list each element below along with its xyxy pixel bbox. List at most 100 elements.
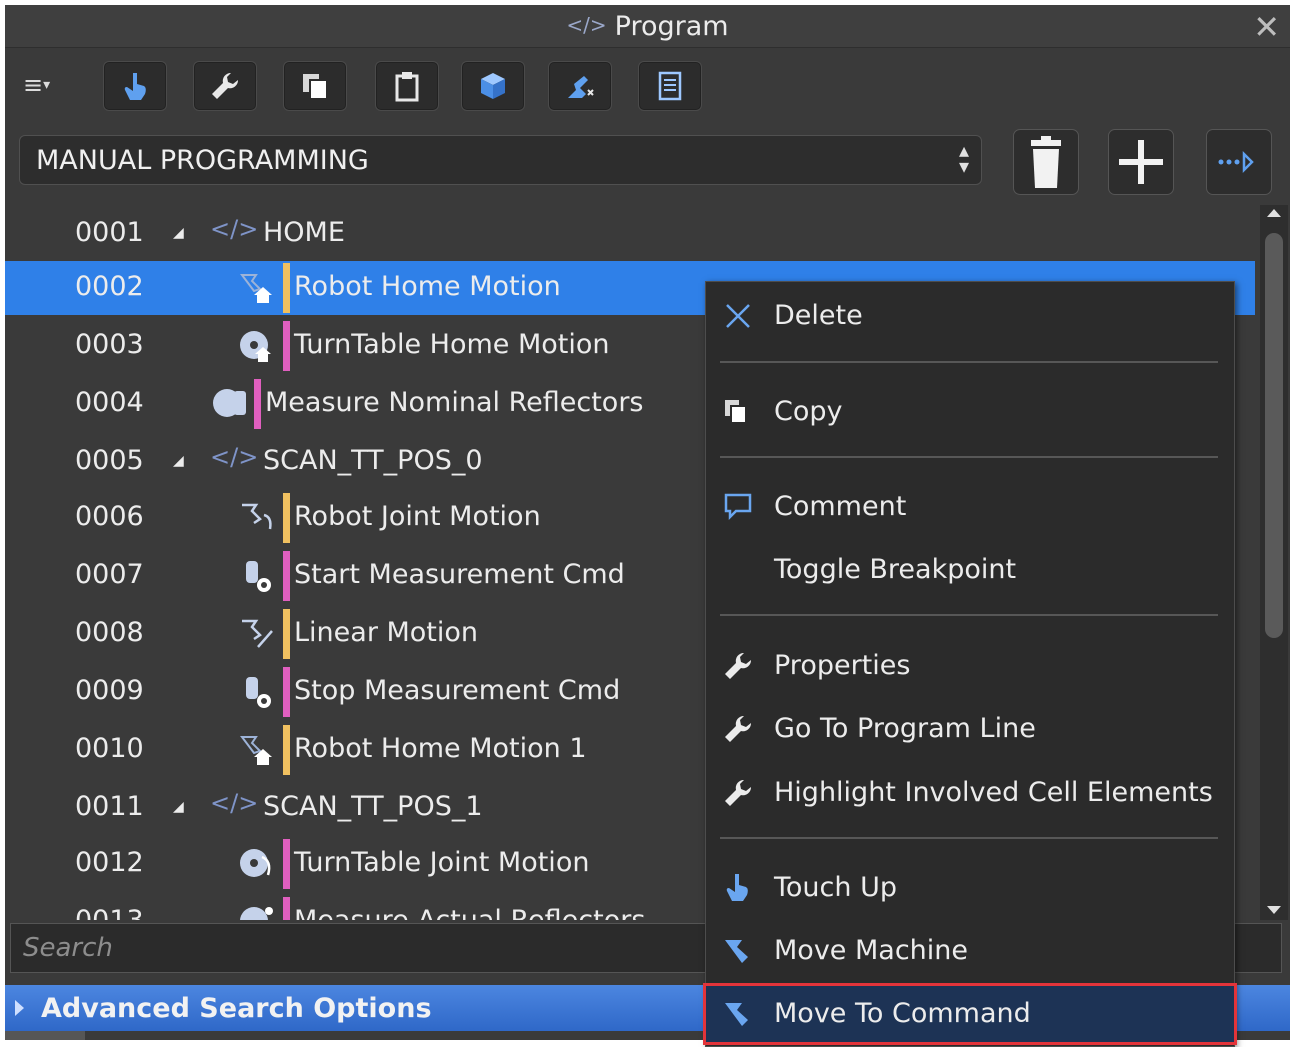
toolbar: ≡▾ xyxy=(5,55,1290,117)
clipboard-icon xyxy=(395,72,419,102)
row-label: TurnTable Home Motion xyxy=(294,329,610,360)
program-list-icon xyxy=(658,71,682,101)
robot-home-icon xyxy=(240,274,272,303)
menu-item-comment[interactable]: Comment xyxy=(706,479,1234,535)
line-number: 0001 xyxy=(75,217,144,248)
row-label: Robot Home Motion xyxy=(294,271,561,302)
measure-icon xyxy=(213,389,246,417)
copy-icon xyxy=(303,74,328,100)
row-label: TurnTable Joint Motion xyxy=(294,847,590,878)
menu-item-label: Copy xyxy=(774,396,843,427)
scroll-thumb[interactable] xyxy=(1265,233,1283,638)
menu-item-delete[interactable]: Delete xyxy=(706,288,1234,344)
window-title-text: Program xyxy=(614,11,729,42)
cell-elements-button[interactable] xyxy=(461,61,525,111)
code-icon: </> xyxy=(566,13,607,37)
bottom-scroll-thumb[interactable] xyxy=(5,1031,85,1040)
measure-icon xyxy=(240,907,273,920)
menu-item-highlight-cell-elements[interactable]: Highlight Involved Cell Elements xyxy=(706,765,1234,821)
run-button[interactable] xyxy=(1206,129,1272,195)
menu-item-label: Go To Program Line xyxy=(774,713,1036,744)
program-select[interactable]: MANUAL PROGRAMMING ▴ ▾ xyxy=(19,135,982,185)
menu-item-move-to-command[interactable]: Move To Command xyxy=(703,983,1237,1045)
touch-up-icon xyxy=(726,874,748,901)
line-number: 0010 xyxy=(75,733,144,764)
menu-separator xyxy=(720,361,1218,363)
line-number: 0011 xyxy=(75,791,144,822)
run-arrow-icon xyxy=(1218,150,1254,174)
copy-button[interactable] xyxy=(283,61,347,111)
code-icon: </> xyxy=(210,215,259,243)
menu-item-label: Move To Command xyxy=(774,998,1031,1029)
motion-bar xyxy=(283,609,290,659)
line-number: 0002 xyxy=(75,271,144,302)
wrench-icon xyxy=(725,779,752,806)
linear-motion-icon xyxy=(242,619,273,648)
program-select-value: MANUAL PROGRAMMING xyxy=(36,145,369,176)
touch-up-button[interactable] xyxy=(103,61,167,111)
menu-item-go-to-program-line[interactable]: Go To Program Line xyxy=(706,701,1234,757)
move-arm-icon xyxy=(725,1003,748,1026)
menu-separator xyxy=(720,456,1218,458)
row-label: Measure Actual Reflectors xyxy=(294,905,645,920)
wrench-icon xyxy=(725,715,752,742)
robot-home-icon xyxy=(240,736,272,765)
properties-button[interactable] xyxy=(193,61,257,111)
command-bar xyxy=(283,551,290,601)
menu-item-copy[interactable]: Copy xyxy=(706,384,1234,440)
menu-item-label: Touch Up xyxy=(774,872,897,903)
menu-item-move-machine[interactable]: Move Machine xyxy=(706,923,1234,979)
scroll-down-icon[interactable] xyxy=(1267,906,1281,914)
menu-item-label: Delete xyxy=(774,300,863,331)
tree-row[interactable]: 0001 ◢ </> HOME xyxy=(5,207,1255,261)
menu-separator xyxy=(720,614,1218,616)
window-title: </> Program xyxy=(5,11,1290,42)
line-number: 0006 xyxy=(75,501,144,532)
collapse-icon[interactable]: ◢ xyxy=(173,225,184,241)
row-label: HOME xyxy=(263,217,345,248)
motion-bar xyxy=(283,725,290,775)
row-label: Measure Nominal Reflectors xyxy=(265,387,644,418)
add-button[interactable] xyxy=(1108,129,1174,195)
command-bar xyxy=(283,897,290,920)
advanced-search-label: Advanced Search Options xyxy=(41,993,432,1024)
menu-item-label: Properties xyxy=(774,650,911,681)
wrench-icon xyxy=(212,72,239,99)
collapse-icon[interactable]: ◢ xyxy=(173,799,184,815)
menu-item-touch-up[interactable]: Touch Up xyxy=(706,860,1234,916)
start-measure-icon xyxy=(246,561,271,592)
turntable-joint-icon xyxy=(240,849,271,877)
program-list-button[interactable] xyxy=(638,61,702,111)
line-number: 0003 xyxy=(75,329,144,360)
turntable-home-icon xyxy=(240,331,271,362)
motion-bar xyxy=(283,493,290,543)
select-arrows-icon: ▴ ▾ xyxy=(958,138,969,178)
touch-up-icon xyxy=(124,73,146,100)
close-icon[interactable]: ✕ xyxy=(1253,8,1280,46)
command-bar xyxy=(283,839,290,889)
paste-button[interactable] xyxy=(375,61,439,111)
close-icon xyxy=(726,304,750,328)
scroll-up-icon[interactable] xyxy=(1267,209,1281,217)
menu-item-properties[interactable]: Properties xyxy=(706,638,1234,694)
menu-dropdown-icon[interactable]: ≡▾ xyxy=(23,71,50,99)
row-label: Robot Joint Motion xyxy=(294,501,541,532)
menu-separator xyxy=(720,837,1218,839)
line-number: 0008 xyxy=(75,617,144,648)
context-menu: Delete Copy Comment Toggle Breakpoint Pr… xyxy=(703,281,1237,1047)
wrench-icon xyxy=(725,652,752,679)
line-number: 0012 xyxy=(75,847,144,878)
menu-item-toggle-breakpoint[interactable]: Toggle Breakpoint xyxy=(706,542,1234,598)
motion-bar xyxy=(283,263,290,313)
command-bar xyxy=(254,379,261,429)
tree-scrollbar[interactable] xyxy=(1260,205,1288,920)
line-number: 0013 xyxy=(75,905,144,920)
line-number: 0005 xyxy=(75,445,144,476)
robot-button[interactable] xyxy=(548,61,612,111)
line-number: 0007 xyxy=(75,559,144,590)
collapse-icon[interactable]: ◢ xyxy=(173,453,184,469)
menu-item-label: Move Machine xyxy=(774,935,969,966)
delete-button[interactable] xyxy=(1013,129,1079,195)
move-arm-icon xyxy=(725,940,748,963)
expand-icon xyxy=(15,1000,24,1016)
